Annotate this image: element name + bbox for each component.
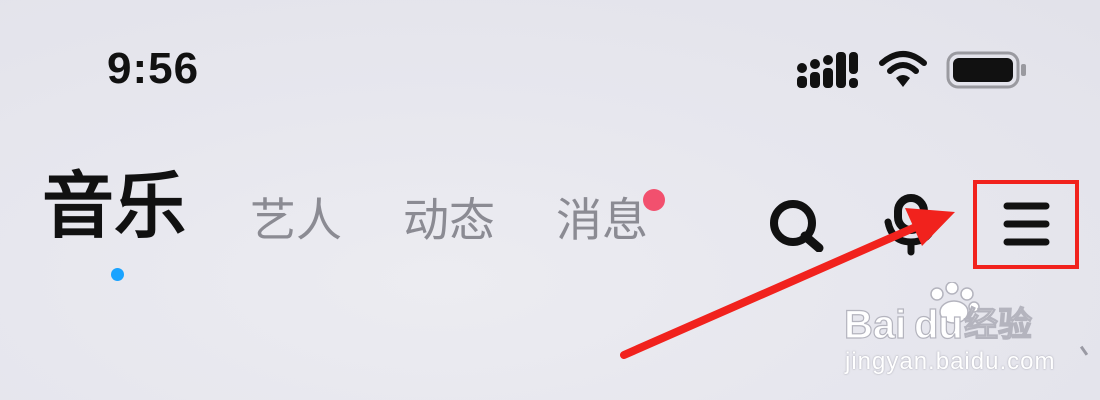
status-time: 9:56 xyxy=(107,44,200,93)
active-tab-indicator xyxy=(111,268,124,281)
tab-feed[interactable]: 动态 xyxy=(403,192,495,248)
highlight-box xyxy=(973,180,1079,269)
edge-mark xyxy=(1079,342,1094,356)
svg-text:经验: 经验 xyxy=(964,305,1032,345)
unread-badge xyxy=(643,189,665,211)
cellular-signal-icon xyxy=(797,52,858,88)
voice-mic-icon xyxy=(884,194,938,256)
watermark-url: jingyan.baidu.com xyxy=(845,348,1056,375)
tab-music[interactable]: 音乐 xyxy=(42,166,186,246)
search-icon xyxy=(770,200,824,253)
wifi-icon xyxy=(879,51,927,87)
tab-messages[interactable]: 消息 xyxy=(556,192,648,248)
tab-artists[interactable]: 艺人 xyxy=(250,192,342,248)
search-button[interactable] xyxy=(766,198,826,256)
voice-search-button[interactable] xyxy=(884,194,944,260)
svg-text:du: du xyxy=(914,303,963,347)
svg-text:Bai: Bai xyxy=(844,303,906,347)
battery-icon xyxy=(946,51,1026,89)
